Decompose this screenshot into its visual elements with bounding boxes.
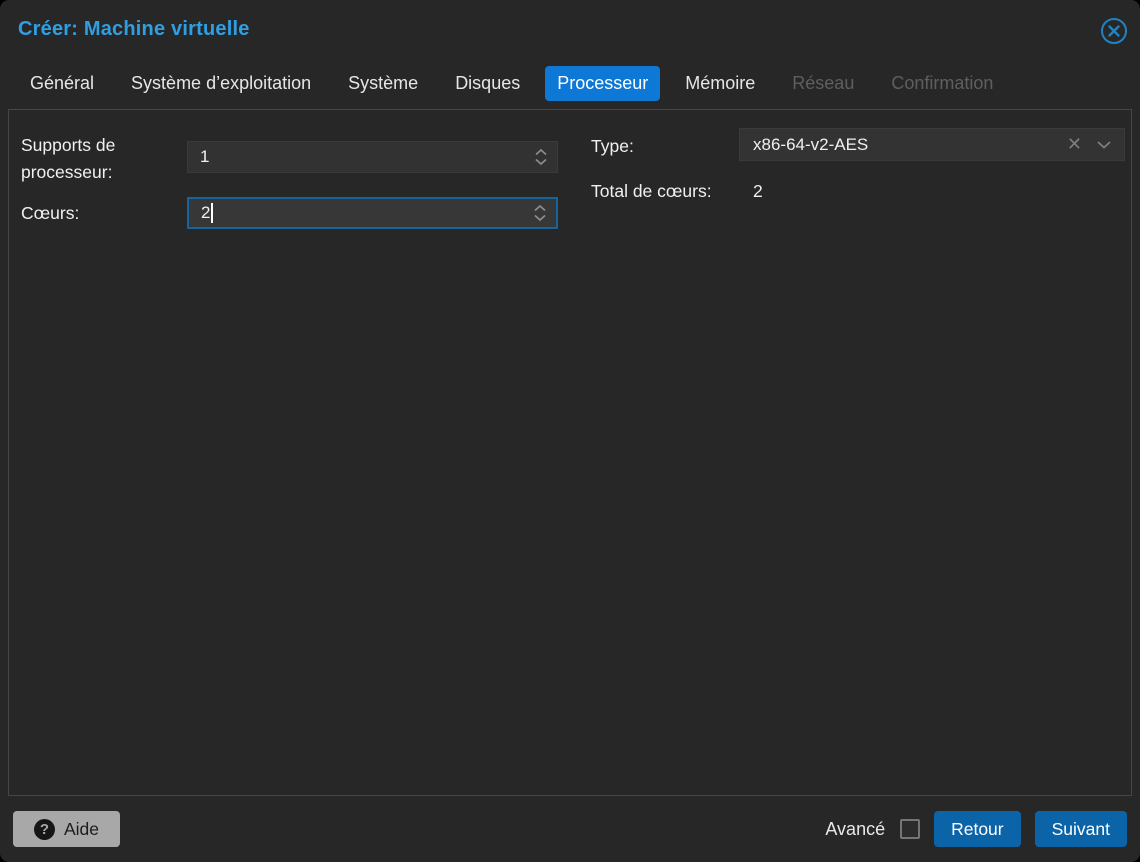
cores-value: 2 bbox=[189, 203, 533, 224]
question-circle-icon bbox=[34, 819, 55, 840]
create-vm-dialog: Créer: Machine virtuelle Général Système… bbox=[0, 0, 1140, 862]
text-cursor bbox=[211, 203, 213, 223]
back-button[interactable]: Retour bbox=[934, 811, 1021, 847]
advanced-label: Avancé bbox=[825, 819, 885, 840]
tab-system[interactable]: Système bbox=[336, 66, 430, 101]
sockets-value: 1 bbox=[188, 147, 534, 167]
total-cores-value: 2 bbox=[753, 181, 763, 202]
footer-actions: Avancé Retour Suivant bbox=[825, 811, 1127, 847]
tab-disks[interactable]: Disques bbox=[443, 66, 532, 101]
cpu-panel: Supports de processeur: 1 Cœurs: 2 Type:… bbox=[8, 109, 1132, 796]
sockets-label: Supports de processeur: bbox=[21, 132, 151, 186]
chevron-up-icon bbox=[533, 204, 547, 212]
chevron-down-icon bbox=[534, 158, 548, 166]
help-button[interactable]: Aide bbox=[13, 811, 120, 847]
tab-general[interactable]: Général bbox=[18, 66, 106, 101]
tab-confirm: Confirmation bbox=[879, 66, 1005, 101]
combo-chevron-down-icon[interactable] bbox=[1092, 140, 1124, 149]
dialog-title: Créer: Machine virtuelle bbox=[18, 18, 250, 41]
cpu-type-value: x86-64-v2-AES bbox=[740, 135, 1057, 155]
tab-memory[interactable]: Mémoire bbox=[673, 66, 767, 101]
dialog-footer: Aide Avancé Retour Suivant bbox=[0, 796, 1140, 862]
cores-input[interactable]: 2 bbox=[187, 197, 558, 229]
cores-label: Cœurs: bbox=[21, 200, 79, 227]
total-cores-label: Total de cœurs: bbox=[591, 178, 712, 205]
tab-cpu[interactable]: Processeur bbox=[545, 66, 660, 101]
tab-network: Réseau bbox=[780, 66, 866, 101]
help-button-label: Aide bbox=[64, 819, 99, 840]
sockets-spinner[interactable] bbox=[534, 148, 557, 166]
sockets-input[interactable]: 1 bbox=[187, 141, 558, 173]
chevron-down-icon bbox=[533, 214, 547, 222]
tab-os[interactable]: Système d’exploitation bbox=[119, 66, 323, 101]
next-button[interactable]: Suivant bbox=[1035, 811, 1127, 847]
advanced-checkbox[interactable] bbox=[900, 819, 920, 839]
cpu-type-combobox[interactable]: x86-64-v2-AES bbox=[739, 128, 1125, 161]
dialog-titlebar: Créer: Machine virtuelle bbox=[0, 0, 1140, 62]
clear-icon[interactable] bbox=[1057, 134, 1092, 155]
chevron-up-icon bbox=[534, 148, 548, 156]
wizard-tabbar: Général Système d’exploitation Système D… bbox=[18, 66, 1130, 101]
type-label: Type: bbox=[591, 133, 634, 160]
close-icon[interactable] bbox=[1100, 17, 1128, 45]
cores-spinner[interactable] bbox=[533, 204, 556, 222]
